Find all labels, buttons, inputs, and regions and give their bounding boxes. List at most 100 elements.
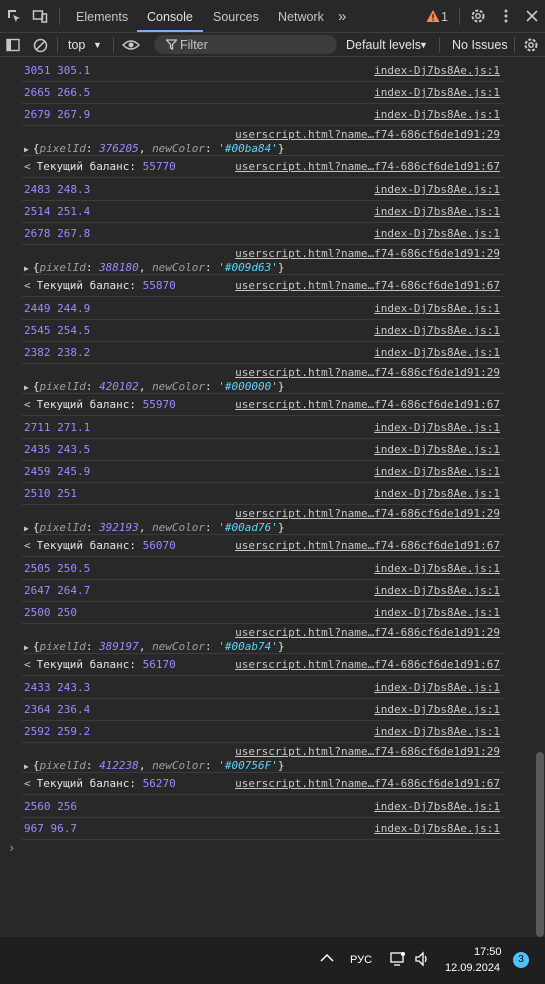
console-log-entry: 2711 271.1 index-Dj7bs8Ae.js:1: [22, 417, 504, 439]
device-toolbar-icon[interactable]: [31, 7, 49, 25]
inspect-element-icon[interactable]: [5, 7, 23, 25]
log-value-b: 267.9: [57, 108, 91, 121]
source-link[interactable]: index-Dj7bs8Ae.js:1: [374, 346, 500, 359]
source-link[interactable]: index-Dj7bs8Ae.js:1: [374, 64, 500, 77]
console-log-entry: 2449 244.9 index-Dj7bs8Ae.js:1: [22, 298, 504, 320]
source-link[interactable]: userscript.html?name…f74-686cf6de1d91:29: [235, 247, 500, 260]
source-link[interactable]: index-Dj7bs8Ae.js:1: [374, 324, 500, 337]
source-link[interactable]: userscript.html?name…f74-686cf6de1d91:29: [235, 507, 500, 520]
source-link[interactable]: userscript.html?name…f74-686cf6de1d91:29: [235, 366, 500, 379]
console-object-entry[interactable]: ▶ {pixelId: 392193, newColor: '#00ad76'} u…: [22, 505, 504, 535]
source-link[interactable]: index-Dj7bs8Ae.js:1: [374, 584, 500, 597]
more-tabs-chevron-icon[interactable]: »: [338, 0, 346, 32]
expand-triangle-icon[interactable]: ▶: [24, 383, 29, 392]
source-link[interactable]: index-Dj7bs8Ae.js:1: [374, 800, 500, 813]
volume-speaker-icon[interactable]: [414, 951, 430, 970]
source-link[interactable]: index-Dj7bs8Ae.js:1: [374, 86, 500, 99]
tab-network[interactable]: Network: [278, 0, 324, 32]
source-link[interactable]: userscript.html?name…f74-686cf6de1d91:67: [235, 777, 500, 790]
issues-count[interactable]: 1: [441, 0, 448, 33]
tab-console[interactable]: Console: [137, 0, 203, 32]
source-link[interactable]: index-Dj7bs8Ae.js:1: [374, 108, 500, 121]
tab-sources[interactable]: Sources: [213, 0, 259, 32]
source-link[interactable]: userscript.html?name…f74-686cf6de1d91:29: [235, 626, 500, 639]
log-value-b: 243.5: [57, 443, 91, 456]
console-object-entry[interactable]: ▶ {pixelId: 420102, newColor: '#000000'} u…: [22, 364, 504, 394]
live-expression-eye-icon[interactable]: [121, 36, 141, 54]
source-link[interactable]: index-Dj7bs8Ae.js:1: [374, 302, 500, 315]
source-link[interactable]: index-Dj7bs8Ae.js:1: [374, 183, 500, 196]
log-value-a: 2678: [24, 227, 51, 240]
toolbar-separator: [514, 37, 515, 53]
tab-elements[interactable]: Elements: [76, 0, 128, 32]
clock-time[interactable]: 17:50: [474, 946, 502, 958]
console-object-entry[interactable]: ▶ {pixelId: 389197, newColor: '#00ab74'} u…: [22, 624, 504, 654]
pixel-id-value: 388180: [99, 261, 139, 274]
source-link[interactable]: index-Dj7bs8Ae.js:1: [374, 487, 500, 500]
more-options-kebab-icon[interactable]: [497, 7, 515, 25]
console-log-entry: 967 96.7 index-Dj7bs8Ae.js:1: [22, 818, 504, 840]
clock-date[interactable]: 12.09.2024: [445, 962, 500, 974]
source-link[interactable]: userscript.html?name…f74-686cf6de1d91:67: [235, 539, 500, 552]
settings-gear-icon[interactable]: [469, 7, 487, 25]
close-icon[interactable]: [523, 7, 541, 25]
console-message: 2545 254.5: [24, 324, 90, 337]
source-link[interactable]: userscript.html?name…f74-686cf6de1d91:29: [235, 128, 500, 141]
source-link[interactable]: index-Dj7bs8Ae.js:1: [374, 443, 500, 456]
log-value-b: 250: [57, 606, 77, 619]
tab-separator: [459, 8, 460, 25]
issues-status[interactable]: No Issues: [452, 33, 508, 57]
expand-triangle-icon[interactable]: ▶: [24, 643, 29, 652]
source-link[interactable]: index-Dj7bs8Ae.js:1: [374, 606, 500, 619]
source-link[interactable]: index-Dj7bs8Ae.js:1: [374, 421, 500, 434]
source-link[interactable]: index-Dj7bs8Ae.js:1: [374, 681, 500, 694]
context-selector[interactable]: top: [68, 33, 85, 57]
console-return-entry: < Текущий баланс: 55970 userscript.html?na…: [22, 394, 504, 416]
console-message: ▶ {pixelId: 392193, newColor: '#00ad76'}: [24, 521, 285, 534]
language-indicator[interactable]: РУС: [350, 954, 372, 966]
console-object-entry[interactable]: ▶ {pixelId: 376205, newColor: '#00ba84'} u…: [22, 126, 504, 156]
source-link[interactable]: index-Dj7bs8Ae.js:1: [374, 725, 500, 738]
source-link[interactable]: index-Dj7bs8Ae.js:1: [374, 562, 500, 575]
log-levels-dropdown[interactable]: Default levels: [346, 33, 421, 57]
levels-chevron-down-icon[interactable]: ▼: [419, 33, 428, 57]
context-chevron-down-icon[interactable]: ▼: [93, 33, 102, 57]
filter-input[interactable]: [180, 35, 330, 54]
balance-value: 56170: [142, 658, 176, 671]
key-pixelid: pixelId: [39, 759, 86, 772]
notification-badge[interactable]: 3: [513, 952, 529, 968]
show-hidden-icons-chevron-up-icon[interactable]: [320, 952, 334, 966]
console-object-entry[interactable]: ▶ {pixelId: 388180, newColor: '#009d63'} u…: [22, 245, 504, 275]
expand-triangle-icon[interactable]: ▶: [24, 762, 29, 771]
console-message: < Текущий баланс: 55770: [24, 160, 176, 173]
source-link[interactable]: index-Dj7bs8Ae.js:1: [374, 205, 500, 218]
console-log-entry: 2483 248.3 index-Dj7bs8Ae.js:1: [22, 179, 504, 201]
console-prompt-chevron-icon[interactable]: ›: [8, 841, 15, 855]
filter-field[interactable]: [154, 35, 337, 54]
source-link[interactable]: userscript.html?name…f74-686cf6de1d91:67: [235, 658, 500, 671]
console-log-entry: 2647 264.7 index-Dj7bs8Ae.js:1: [22, 580, 504, 602]
scrollbar-thumb[interactable]: [536, 752, 544, 937]
expand-triangle-icon[interactable]: ▶: [24, 524, 29, 533]
clear-console-icon[interactable]: [31, 36, 49, 54]
expand-triangle-icon[interactable]: ▶: [24, 145, 29, 154]
key-newcolor: newColor: [152, 261, 206, 274]
source-link[interactable]: index-Dj7bs8Ae.js:1: [374, 822, 500, 835]
network-monitor-icon[interactable]: [390, 951, 406, 970]
brace-close: }: [277, 380, 285, 393]
console-settings-gear-icon[interactable]: [522, 36, 540, 54]
source-link[interactable]: index-Dj7bs8Ae.js:1: [374, 227, 500, 240]
source-link[interactable]: index-Dj7bs8Ae.js:1: [374, 703, 500, 716]
source-link[interactable]: index-Dj7bs8Ae.js:1: [374, 465, 500, 478]
sidebar-toggle-icon[interactable]: [4, 36, 22, 54]
key-newcolor: newColor: [152, 759, 206, 772]
warning-icon[interactable]: [424, 7, 442, 25]
source-link[interactable]: userscript.html?name…f74-686cf6de1d91:67: [235, 160, 500, 173]
source-link[interactable]: userscript.html?name…f74-686cf6de1d91:67: [235, 279, 500, 292]
expand-triangle-icon[interactable]: ▶: [24, 264, 29, 273]
source-link[interactable]: userscript.html?name…f74-686cf6de1d91:29: [235, 745, 500, 758]
source-link[interactable]: userscript.html?name…f74-686cf6de1d91:67: [235, 398, 500, 411]
console-message: 2500 250: [24, 606, 77, 619]
log-value-a: 967: [24, 822, 44, 835]
console-object-entry[interactable]: ▶ {pixelId: 412238, newColor: '#00756F'} u…: [22, 743, 504, 773]
